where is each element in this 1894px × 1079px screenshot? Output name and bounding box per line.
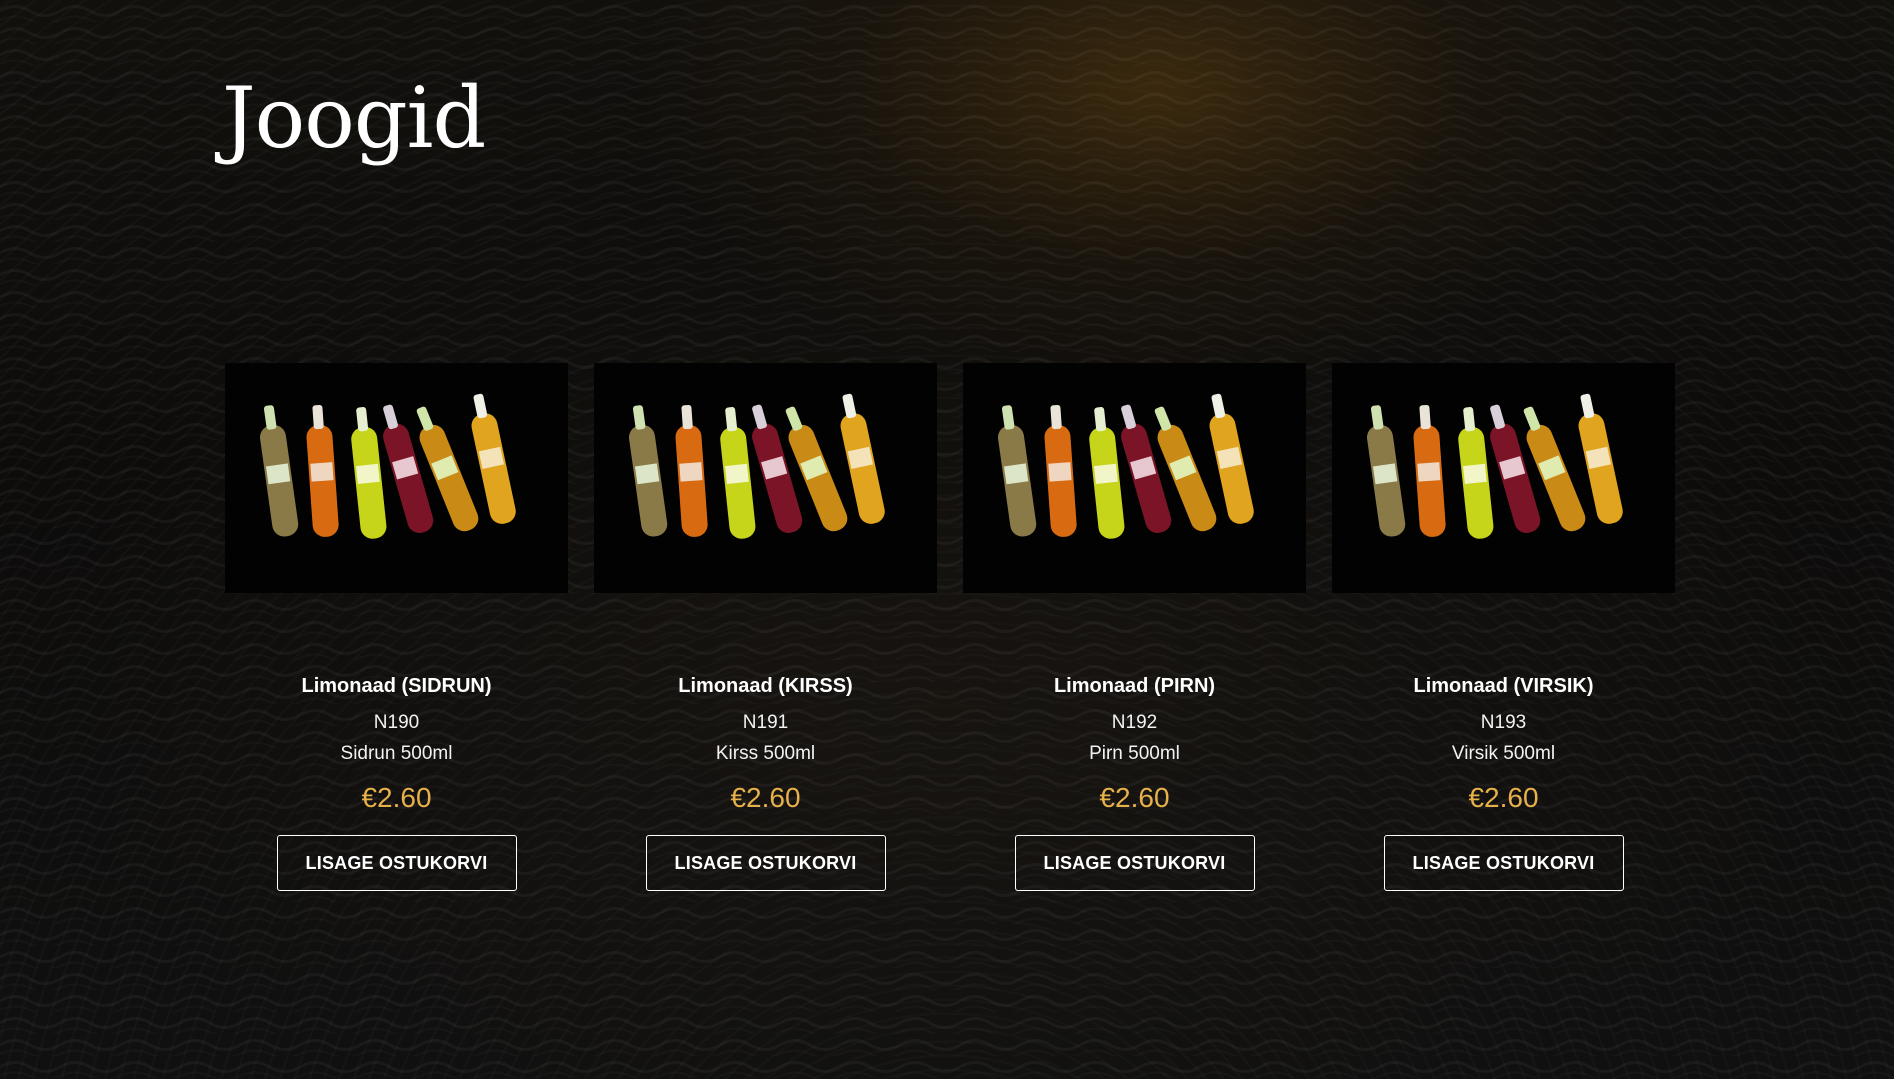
- add-to-cart-button[interactable]: LISAGE OSTUKORVI: [1383, 835, 1624, 891]
- product-card: Limonaad (PIRN) N192 Pirn 500ml €2.60 LI…: [963, 363, 1306, 891]
- product-price: €2.60: [1468, 782, 1539, 813]
- add-to-cart-button[interactable]: LISAGE OSTUKORVI: [645, 835, 886, 891]
- page-title: Joogid: [222, 69, 486, 167]
- product-card: Limonaad (VIRSIK) N193 Virsik 500ml €2.6…: [1332, 363, 1675, 891]
- bottles-illustration: [963, 363, 1306, 593]
- product-name: Limonaad (KIRSS): [678, 675, 853, 697]
- product-name: Limonaad (SIDRUN): [301, 675, 492, 697]
- product-price: €2.60: [1099, 782, 1170, 813]
- product-code: N191: [742, 712, 789, 733]
- bottles-illustration: [1332, 363, 1675, 593]
- product-code: N190: [373, 712, 420, 733]
- bottles-illustration: [594, 363, 937, 593]
- lemonade-bottles-image[interactable]: [225, 363, 568, 593]
- product-description: Kirss 500ml: [715, 743, 816, 764]
- add-to-cart-button[interactable]: LISAGE OSTUKORVI: [1014, 835, 1255, 891]
- product-price: €2.60: [730, 782, 801, 813]
- product-code: N193: [1480, 712, 1527, 733]
- product-grid: Limonaad (SIDRUN) N190 Sidrun 500ml €2.6…: [225, 363, 1675, 891]
- product-name: Limonaad (VIRSIK): [1413, 675, 1594, 697]
- product-description: Sidrun 500ml: [340, 743, 453, 764]
- product-card: Limonaad (SIDRUN) N190 Sidrun 500ml €2.6…: [225, 363, 568, 891]
- product-price: €2.60: [361, 782, 432, 813]
- add-to-cart-button[interactable]: LISAGE OSTUKORVI: [276, 835, 517, 891]
- lemonade-bottles-image[interactable]: [963, 363, 1306, 593]
- product-card: Limonaad (KIRSS) N191 Kirss 500ml €2.60 …: [594, 363, 937, 891]
- bottles-illustration: [225, 363, 568, 593]
- product-description: Pirn 500ml: [1089, 743, 1180, 764]
- lemonade-bottles-image[interactable]: [594, 363, 937, 593]
- product-name: Limonaad (PIRN): [1053, 675, 1216, 697]
- product-code: N192: [1111, 712, 1158, 733]
- product-description: Virsik 500ml: [1451, 743, 1556, 764]
- lemonade-bottles-image[interactable]: [1332, 363, 1675, 593]
